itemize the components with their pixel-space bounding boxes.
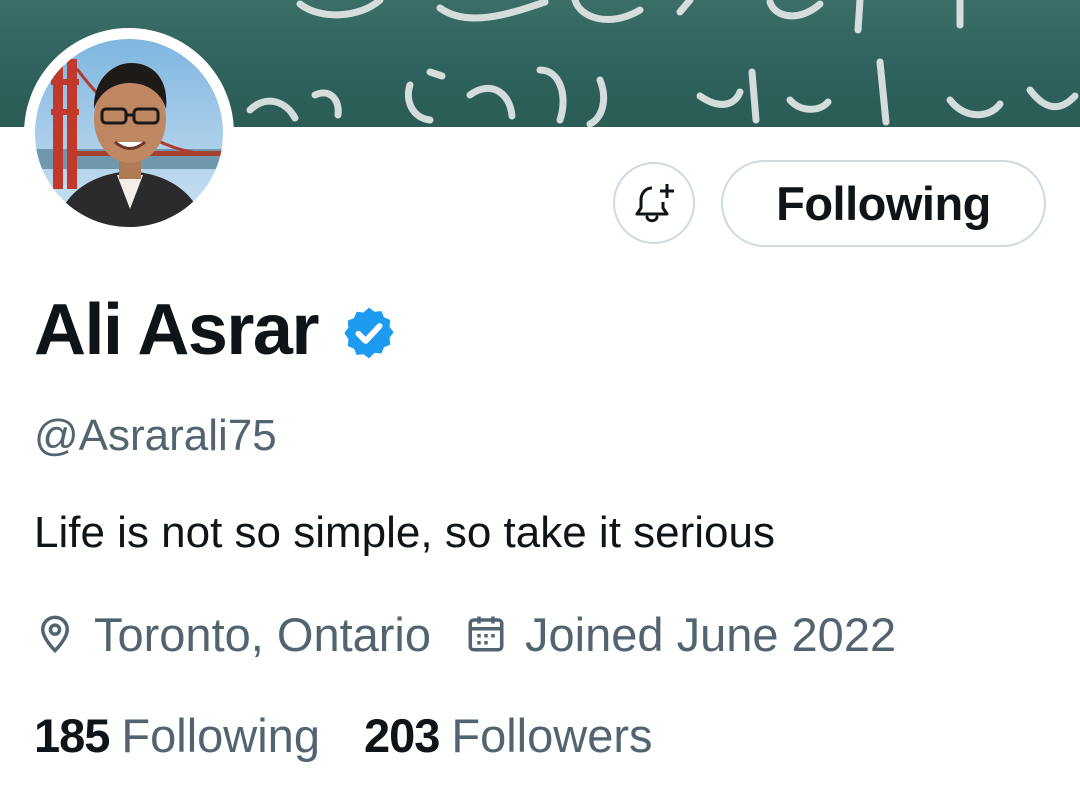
user-handle: @Asrarali75 [34, 411, 277, 460]
profile-bio: Life is not so simple, so take it seriou… [34, 508, 775, 557]
joined-text: Joined June 2022 [525, 607, 897, 661]
following-count: 185 [34, 708, 110, 762]
profile-stats: 185 Following 203 Followers [34, 704, 653, 766]
profile-meta: Toronto, Ontario Joined June 2022 [34, 604, 896, 664]
location-pin-icon [40, 615, 70, 654]
location-text: Toronto, Ontario [94, 607, 432, 661]
avatar[interactable] [35, 39, 223, 227]
name-row: Ali Asrar [34, 290, 398, 370]
profile-photo-icon [35, 39, 223, 227]
following-button[interactable]: Following [721, 160, 1046, 247]
followers-label: Followers [451, 708, 653, 762]
display-name: Ali Asrar [34, 290, 319, 370]
followers-stat-link[interactable]: 203 Followers [364, 708, 653, 763]
following-label: Following [121, 708, 320, 762]
following-stat-link[interactable]: 185 Following [34, 708, 320, 763]
location-item: Toronto, Ontario [34, 607, 431, 662]
bell-plus-icon [635, 184, 674, 223]
following-button-label: Following [776, 177, 991, 230]
joined-item: Joined June 2022 [465, 607, 896, 662]
calendar-icon [468, 616, 504, 652]
verified-badge-icon[interactable] [340, 304, 398, 362]
notify-button[interactable] [613, 162, 695, 244]
followers-count: 203 [363, 708, 440, 762]
